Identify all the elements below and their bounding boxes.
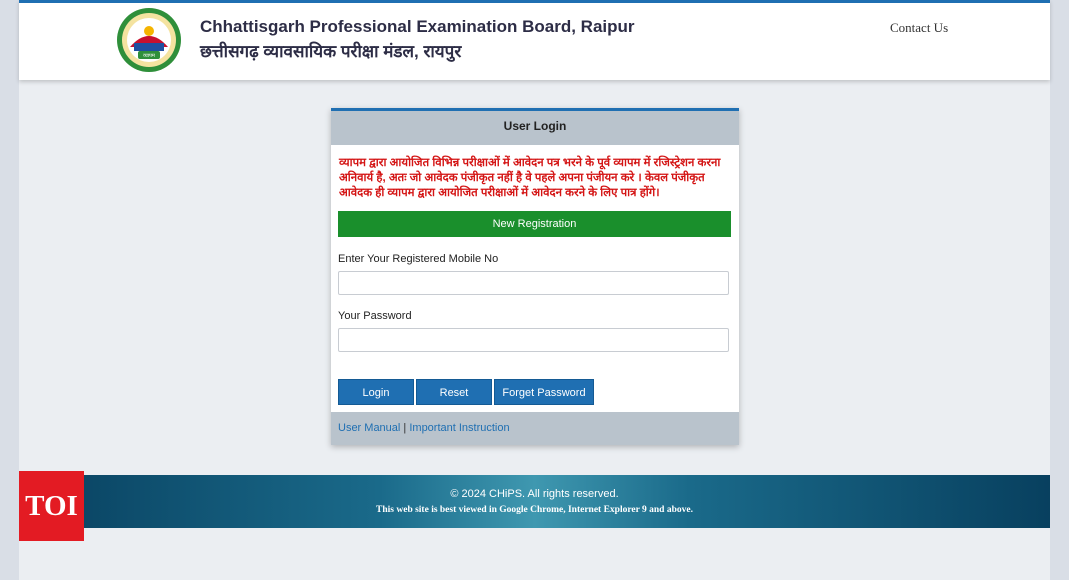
forget-password-button[interactable]: Forget Password xyxy=(494,379,594,405)
mobile-label: Enter Your Registered Mobile No xyxy=(338,253,499,265)
login-button[interactable]: Login xyxy=(338,379,414,405)
contact-us-link[interactable]: Contact Us xyxy=(890,20,948,36)
important-instruction-link[interactable]: Important Instruction xyxy=(409,422,509,434)
site-title-english: Chhattisgarh Professional Examination Bo… xyxy=(200,17,635,36)
reset-button[interactable]: Reset xyxy=(416,379,492,405)
password-input[interactable] xyxy=(338,328,729,352)
site-header: व्यापम Chhattisgarh Professional Examina… xyxy=(19,0,1050,80)
site-title-hindi: छत्तीसगढ़ व्यावसायिक परीक्षा मंडल, रायपु… xyxy=(200,42,462,61)
help-links: User Manual | Important Instruction xyxy=(338,422,510,434)
toi-watermark-logo: TOI xyxy=(19,471,84,541)
login-panel-footer: User Manual | Important Instruction xyxy=(331,412,739,445)
site-footer: © 2024 CHiPS. All rights reserved. This … xyxy=(19,475,1050,528)
user-manual-link[interactable]: User Manual xyxy=(338,422,400,434)
new-registration-button[interactable]: New Registration xyxy=(338,211,731,237)
vyapam-logo-icon: व्यापम xyxy=(117,8,181,72)
copyright-text: © 2024 CHiPS. All rights reserved. xyxy=(450,488,619,500)
browser-note: This web site is best viewed in Google C… xyxy=(376,505,693,515)
svg-text:व्यापम: व्यापम xyxy=(143,53,156,59)
link-separator: | xyxy=(403,422,407,434)
password-label: Your Password xyxy=(338,310,412,322)
mobile-number-input[interactable] xyxy=(338,271,729,295)
registration-notice: व्यापम द्वारा आयोजित विभिन्न परीक्षाओं म… xyxy=(339,157,721,199)
login-panel-title: User Login xyxy=(331,111,739,145)
login-panel: User Login व्यापम द्वारा आयोजित विभिन्न … xyxy=(331,108,739,445)
